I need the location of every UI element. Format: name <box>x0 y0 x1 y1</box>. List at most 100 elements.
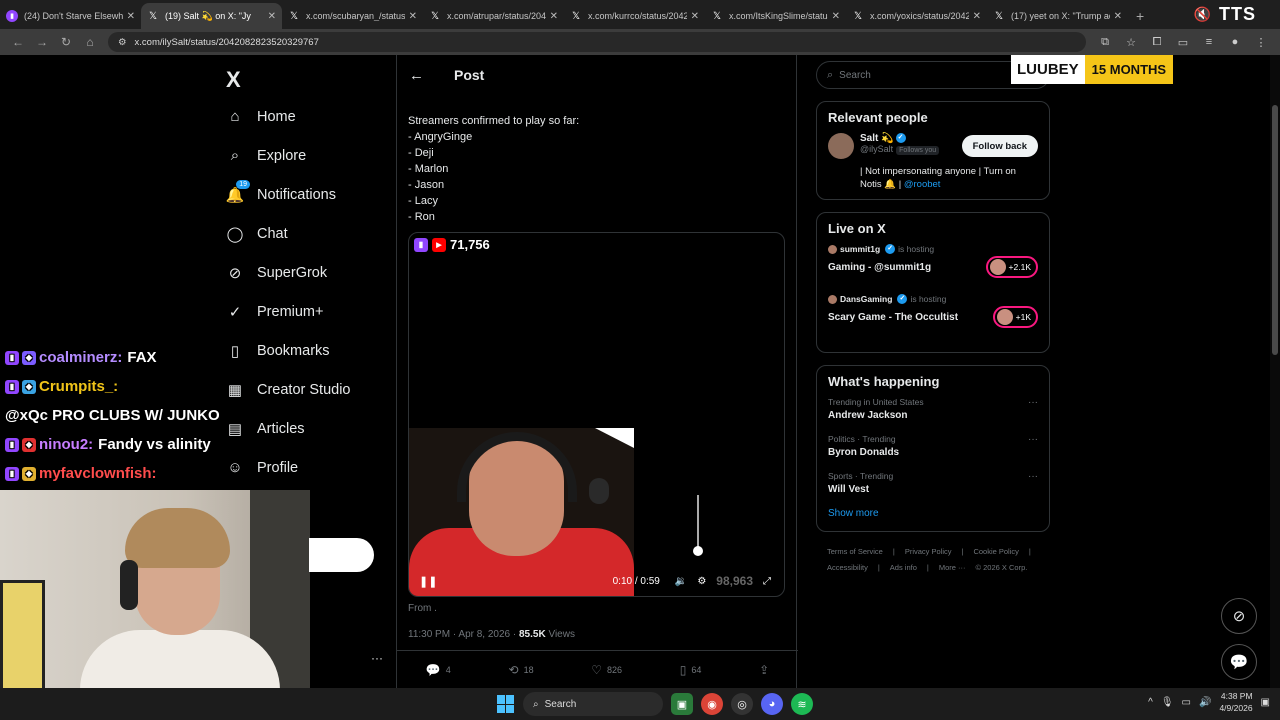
discord-icon[interactable]: ◕ <box>761 693 783 715</box>
extensions-icon[interactable]: ⧠ <box>1144 32 1170 52</box>
speaker-icon[interactable]: 🔊 <box>1199 697 1211 708</box>
install-app-icon[interactable]: ⧉ <box>1092 32 1118 52</box>
footer-separator: | <box>1028 547 1031 556</box>
browser-tab[interactable]: 𝕏x.com/kurrco/status/2042 ✕ <box>564 3 705 29</box>
close-icon[interactable]: ✕ <box>1114 11 1122 22</box>
live-item[interactable]: summit1g ✓ is hosting Gaming - @summit1g +2.… <box>828 244 1038 278</box>
chat-fab-icon[interactable]: 💬 <box>1221 644 1257 680</box>
sidebar-item-supergrok[interactable]: ⊘ SuperGrok <box>226 253 351 292</box>
live-item[interactable]: DansGaming ✓ is hosting Scary Game - The Oc… <box>828 294 1038 328</box>
browser-tab[interactable]: 𝕏x.com/yoxics/status/2042 ✕ <box>846 3 987 29</box>
bio-link[interactable]: @roobet <box>904 179 941 190</box>
show-more-link[interactable]: Show more <box>828 508 1038 519</box>
reply-button[interactable]: 💬 4 <box>426 663 451 677</box>
footer-link[interactable]: Accessibility <box>827 563 868 572</box>
sidebar-item-explore[interactable]: ⌕ Explore <box>226 136 351 175</box>
file-explorer-icon[interactable]: ▣ <box>671 693 693 715</box>
close-icon[interactable]: ✕ <box>832 11 840 22</box>
trend-item[interactable]: Sports · Trending Will Vest ··· <box>828 471 1038 495</box>
url-field[interactable]: ⚙ x.com/ilySalt/status/20420828235203297… <box>108 32 1086 52</box>
x-logo[interactable]: X <box>226 67 241 93</box>
chrome-icon[interactable]: ◉ <box>701 693 723 715</box>
browser-tab[interactable]: 𝕏 (19) Salt 💫 on X: "Jy ✕ <box>141 3 282 29</box>
more-options-icon[interactable]: ··· <box>1028 397 1038 421</box>
sidebar-item-premium[interactable]: ✓ Premium+ <box>226 292 351 331</box>
browser-menu-icon[interactable]: ⋮ <box>1248 32 1274 52</box>
back-arrow-icon[interactable]: ← <box>409 67 424 84</box>
webcam-hair <box>125 508 230 568</box>
site-info-icon[interactable]: ⚙ <box>118 37 127 48</box>
spotify-icon[interactable]: ≋ <box>791 693 813 715</box>
volume-knob[interactable] <box>693 546 703 556</box>
footer-link[interactable]: © 2026 X Corp. <box>976 563 1028 572</box>
sidebar-item-notifications[interactable]: 🔔 19 Notifications <box>226 175 351 214</box>
pause-icon[interactable]: ❚❚ <box>419 575 437 588</box>
bookmark-button[interactable]: ▯ 64 <box>680 663 702 677</box>
forward-icon[interactable]: → <box>30 32 54 52</box>
clock[interactable]: 4:38 PM 4/9/2026 <box>1219 690 1252 714</box>
share-button[interactable]: ⇪ <box>759 663 769 677</box>
footer-link[interactable]: More ··· <box>939 563 966 572</box>
avatar[interactable] <box>828 133 854 159</box>
footer-link[interactable]: Privacy Policy <box>905 547 952 556</box>
close-icon[interactable]: ✕ <box>409 11 417 22</box>
browser-tab[interactable]: ▮ (24) Don't Starve Elsewhere ✕ <box>0 3 141 29</box>
close-icon[interactable]: ✕ <box>973 11 981 22</box>
windows-start-icon[interactable] <box>497 695 515 713</box>
browser-tab[interactable]: 𝕏 (17) yeet on X: "Trump ad ✕ <box>987 3 1128 29</box>
close-icon[interactable]: ✕ <box>268 11 276 22</box>
follow-back-button[interactable]: Follow back <box>961 135 1038 157</box>
sidebar-item-chat[interactable]: ◯ Chat <box>226 214 351 253</box>
settings-icon[interactable]: ⚙ <box>697 576 706 587</box>
repost-button[interactable]: ⟲ 18 <box>509 663 534 677</box>
sidebar-item-home[interactable]: ⌂ Home <box>226 97 351 136</box>
video-player[interactable]: ▮ ▶ 71,756 ❚❚ 0:10 / 0:59 🔉 ⚙ 98,963 ⤢ <box>408 232 785 597</box>
chat-username[interactable]: myfavclownfish: <box>39 459 157 488</box>
scroll-thumb[interactable] <box>1272 105 1278 355</box>
close-icon[interactable]: ✕ <box>127 11 135 22</box>
browser-tab[interactable]: 𝕏x.com/scubaryan_/status/ ✕ <box>282 3 423 29</box>
trend-item[interactable]: Politics · Trending Byron Donalds ··· <box>828 434 1038 458</box>
more-options-icon[interactable]: ··· <box>1028 434 1038 458</box>
bookmark-star-icon[interactable]: ☆ <box>1118 32 1144 52</box>
page-scrollbar[interactable] <box>1270 55 1280 688</box>
footer-link[interactable]: Cookie Policy <box>973 547 1018 556</box>
new-tab-icon[interactable]: + <box>1128 3 1152 29</box>
footer-link[interactable]: Ads info <box>890 563 917 572</box>
host-name[interactable]: summit1g <box>840 244 880 254</box>
microphone-icon[interactable]: 🎙 <box>1161 697 1174 708</box>
volume-slider[interactable] <box>697 495 699 550</box>
footer-link[interactable]: Terms of Service <box>827 547 883 556</box>
chat-username[interactable]: Crumpits_: <box>39 372 118 401</box>
reload-icon[interactable]: ↻ <box>54 32 78 52</box>
post-timestamp[interactable]: 11:30 PM · Apr 8, 2026 · <box>408 629 519 640</box>
close-icon[interactable]: ✕ <box>691 11 699 22</box>
person-name[interactable]: Salt 💫 <box>860 133 894 144</box>
network-icon[interactable]: ▭ <box>1182 697 1191 708</box>
notification-center-icon[interactable]: ▣ <box>1261 697 1270 708</box>
media-controls-icon[interactable]: ≡ <box>1196 32 1222 52</box>
grok-fab-icon[interactable]: ⊘ <box>1221 598 1257 634</box>
taskbar-search[interactable]: ⌕ Search <box>523 692 663 716</box>
account-more-icon[interactable]: ··· <box>371 651 383 665</box>
more-options-icon[interactable]: ··· <box>1028 471 1038 495</box>
browser-tab[interactable]: 𝕏x.com/atrupar/status/2042 ✕ <box>423 3 564 29</box>
split-view-icon[interactable]: ▭ <box>1170 32 1196 52</box>
back-icon[interactable]: ← <box>6 32 30 52</box>
follows-you-badge: Follows you <box>896 146 940 155</box>
profile-avatar-icon[interactable]: ● <box>1222 32 1248 52</box>
home-browser-icon[interactable]: ⌂ <box>78 32 102 52</box>
volume-icon[interactable]: 🔉 <box>675 576 687 587</box>
close-icon[interactable]: ✕ <box>550 11 558 22</box>
live-listeners-pill[interactable]: +1K <box>992 306 1038 328</box>
browser-tab[interactable]: 𝕏x.com/ItsKingSlime/status ✕ <box>705 3 846 29</box>
chat-username[interactable]: ninou2: <box>39 430 93 459</box>
host-name[interactable]: DansGaming <box>840 294 892 304</box>
chat-username[interactable]: coalminerz: <box>39 343 122 372</box>
fullscreen-icon[interactable]: ⤢ <box>763 576 771 587</box>
tray-overflow-icon[interactable]: ^ <box>1148 697 1153 708</box>
obs-icon[interactable]: ◎ <box>731 693 753 715</box>
trend-item[interactable]: Trending in United States Andrew Jackson ·… <box>828 397 1038 421</box>
live-listeners-pill[interactable]: +2.1K <box>985 256 1038 278</box>
like-button[interactable]: ♡ 826 <box>591 663 622 677</box>
